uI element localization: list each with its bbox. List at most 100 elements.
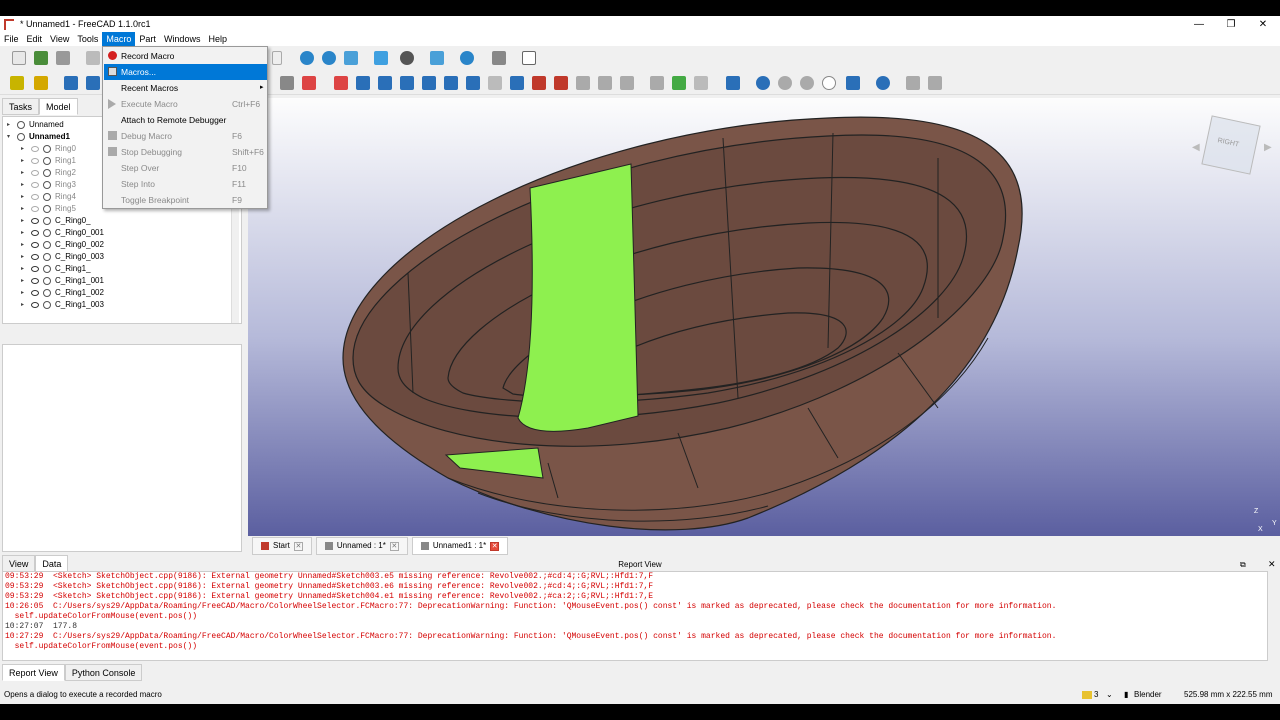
tab-model[interactable]: Model xyxy=(39,98,78,115)
document-tab[interactable]: Unnamed : 1* ✕ xyxy=(315,537,408,555)
collapsed-arrow-icon[interactable]: ▸ xyxy=(21,287,27,299)
collapsed-arrow-icon[interactable]: ▸ xyxy=(21,275,27,287)
loft-icon[interactable] xyxy=(466,76,480,90)
part-primitive-icon[interactable] xyxy=(10,76,24,90)
visibility-eye-icon[interactable] xyxy=(31,230,39,236)
close-tab-icon[interactable]: ✕ xyxy=(490,541,500,551)
hidden-eye-icon[interactable] xyxy=(31,146,39,152)
hidden-eye-icon[interactable] xyxy=(31,194,39,200)
join-features-icon[interactable] xyxy=(846,76,860,90)
menu-edit[interactable]: Edit xyxy=(23,32,47,46)
cut-icon[interactable] xyxy=(778,76,792,90)
visibility-eye-icon[interactable] xyxy=(31,254,39,260)
whats-this-icon[interactable] xyxy=(522,51,536,65)
menu-item-attach-to-remote-debugger[interactable]: Attach to Remote Debugger xyxy=(104,112,267,128)
visibility-eye-icon[interactable] xyxy=(31,290,39,296)
hidden-eye-icon[interactable] xyxy=(31,206,39,212)
menu-help[interactable]: Help xyxy=(204,32,231,46)
minimize-button[interactable]: — xyxy=(1184,16,1214,32)
new-document-icon[interactable] xyxy=(12,51,26,65)
splitting-icon[interactable] xyxy=(876,76,890,90)
sweep-icon[interactable] xyxy=(488,76,502,90)
collapsed-arrow-icon[interactable]: ▸ xyxy=(21,227,27,239)
color-per-face-icon[interactable] xyxy=(620,76,634,90)
report-view[interactable]: 09:53:29 <Sketch> SketchObject.cpp(9186)… xyxy=(2,571,1268,661)
fuse-icon[interactable] xyxy=(800,76,814,90)
boolean-icon[interactable] xyxy=(756,76,770,90)
select-box-icon[interactable] xyxy=(374,51,388,65)
make-face-icon[interactable] xyxy=(422,76,436,90)
menu-part[interactable]: Part xyxy=(135,32,160,46)
collapsed-arrow-icon[interactable]: ▸ xyxy=(21,299,27,311)
cross-sections-icon[interactable] xyxy=(532,76,546,90)
thickness-icon[interactable] xyxy=(576,76,590,90)
collapsed-arrow-icon[interactable]: ▸ xyxy=(21,239,27,251)
menu-item-toggle-breakpoint[interactable]: Toggle Breakpoint F9 xyxy=(104,192,267,208)
close-button[interactable]: ✕ xyxy=(1248,16,1278,32)
collapsed-arrow-icon[interactable]: ▸ xyxy=(21,167,27,179)
navigation-cube[interactable]: RIGHT xyxy=(1201,115,1261,175)
common-icon[interactable] xyxy=(822,76,836,90)
visibility-eye-icon[interactable] xyxy=(31,302,39,308)
menu-macro[interactable]: Macro xyxy=(102,32,136,46)
collapsed-arrow-icon[interactable]: ▸ xyxy=(21,263,27,275)
cylinder-icon[interactable] xyxy=(86,76,100,90)
tab-python-console[interactable]: Python Console xyxy=(64,664,143,681)
menu-item-debug-macro[interactable]: Debug Macro F6 xyxy=(104,128,267,144)
collapsed-arrow-icon[interactable]: ▸ xyxy=(21,251,27,263)
collapsed-arrow-icon[interactable]: ▸ xyxy=(21,179,27,191)
selection-dropdown-icon[interactable]: ⌄ xyxy=(1106,686,1113,704)
document-tab[interactable]: Start ✕ xyxy=(252,537,312,555)
collapsed-arrow-icon[interactable]: ▸ xyxy=(21,203,27,215)
collapsed-arrow-icon[interactable]: ▸ xyxy=(21,143,27,155)
property-editor[interactable] xyxy=(2,344,242,552)
section-icon[interactable] xyxy=(510,76,524,90)
measure-icon[interactable] xyxy=(460,51,474,65)
part-axis-icon[interactable] xyxy=(34,76,48,90)
collapsed-arrow-icon[interactable]: ▸ xyxy=(21,215,27,227)
fit-selection-icon[interactable] xyxy=(322,51,336,65)
mirror-icon[interactable] xyxy=(356,76,370,90)
defeaturing-icon[interactable] xyxy=(672,76,686,90)
fillet-icon[interactable] xyxy=(378,76,392,90)
chamfer-icon[interactable] xyxy=(400,76,414,90)
save-document-icon[interactable] xyxy=(56,51,70,65)
collapsed-arrow-icon[interactable]: ▸ xyxy=(7,119,13,131)
menu-file[interactable]: File xyxy=(0,32,23,46)
close-tab-icon[interactable]: ✕ xyxy=(293,541,303,551)
undo-icon[interactable] xyxy=(86,51,100,65)
menu-item-step-into[interactable]: Step Into F11 xyxy=(104,176,267,192)
box-icon[interactable] xyxy=(64,76,78,90)
3d-viewport[interactable]: RIGHT ◀ ▶ Z Y X xyxy=(248,98,1280,536)
visibility-eye-icon[interactable] xyxy=(31,266,39,272)
measure-tool-icon[interactable] xyxy=(492,51,506,65)
menu-item-macros[interactable]: Macros... xyxy=(104,64,267,80)
expanded-arrow-icon[interactable]: ▾ xyxy=(7,131,13,143)
hidden-eye-icon[interactable] xyxy=(31,158,39,164)
dock-float-icon[interactable]: ⧉ xyxy=(1240,560,1246,570)
document-tab[interactable]: Unnamed1 : 1* ✕ xyxy=(411,537,509,555)
measure-angular-icon[interactable] xyxy=(928,76,942,90)
shape-builder-icon[interactable] xyxy=(280,76,294,90)
offset-icon[interactable] xyxy=(554,76,568,90)
menu-item-execute-macro[interactable]: Execute Macro Ctrl+F6 xyxy=(104,96,267,112)
check-geometry-icon[interactable] xyxy=(650,76,664,90)
projection-icon[interactable] xyxy=(598,76,612,90)
bowl-model[interactable] xyxy=(248,98,1280,536)
tab-report-view[interactable]: Report View xyxy=(2,664,65,681)
measure-linear-icon[interactable] xyxy=(906,76,920,90)
collapsed-arrow-icon[interactable]: ▸ xyxy=(21,191,27,203)
visibility-eye-icon[interactable] xyxy=(31,242,39,248)
view-front-icon[interactable] xyxy=(430,51,444,65)
maximize-button[interactable]: ❐ xyxy=(1216,16,1246,32)
menu-item-record-macro[interactable]: Record Macro xyxy=(104,48,267,64)
menu-item-recent-macros[interactable]: Recent Macros ▸ xyxy=(104,80,267,96)
navigation-style[interactable]: Blender xyxy=(1134,686,1162,704)
menu-item-stop-debugging[interactable]: Stop Debugging Shift+F6 xyxy=(104,144,267,160)
navcube-rotate-left-icon[interactable]: ◀ xyxy=(1192,142,1200,153)
view-isometric-icon[interactable] xyxy=(344,51,358,65)
draw-style-icon[interactable] xyxy=(400,51,414,65)
visibility-eye-icon[interactable] xyxy=(31,218,39,224)
open-document-icon[interactable] xyxy=(34,51,48,65)
extrude-icon[interactable] xyxy=(302,76,316,90)
